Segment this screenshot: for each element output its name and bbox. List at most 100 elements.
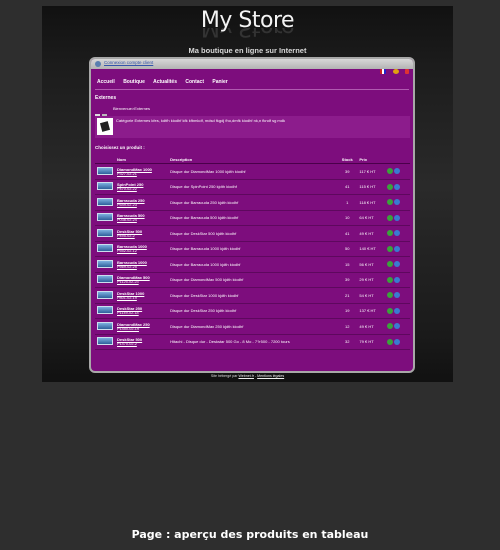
product-thumbnail[interactable] bbox=[95, 303, 115, 319]
product-description: Disque dur SpinPoint 250 kjdth kiodhf bbox=[168, 179, 338, 195]
product-name-cell[interactable]: DeskStar 1000 P801-02-19 bbox=[115, 287, 169, 304]
product-thumbnail[interactable] bbox=[95, 334, 115, 350]
product-code: P569-02-25 bbox=[117, 264, 137, 269]
product-thumbnail[interactable] bbox=[95, 241, 115, 257]
table-row[interactable]: DeskStar 250 P1149-02-18 Disque dur DeskSt… bbox=[95, 303, 410, 319]
product-thumbnail[interactable] bbox=[95, 179, 115, 195]
product-price: 49 € HT bbox=[357, 318, 386, 335]
product-name-cell[interactable]: SpinPoint 250 P470-02-22 bbox=[115, 179, 169, 195]
breadcrumb: Bienvenue>Externes bbox=[113, 106, 151, 111]
product-description: Disque dur DeskStar 500 kjdth kiodhf bbox=[168, 225, 338, 242]
table-row[interactable]: Barracuda 250 P549-02-23 Disque dur Barrac… bbox=[95, 194, 410, 211]
footer-link-legal[interactable]: Mentions légales bbox=[257, 374, 284, 378]
flag-icon[interactable] bbox=[405, 68, 409, 74]
product-name-cell[interactable]: Barracuda 500 P038-02-24 bbox=[115, 210, 169, 226]
table-row[interactable]: DiamondMax 1000 P327-02-21 Disque dur Diam… bbox=[95, 163, 410, 180]
footer-text: Site hébergé par bbox=[210, 374, 238, 378]
details-icon[interactable] bbox=[394, 230, 401, 237]
product-thumbnail[interactable] bbox=[95, 163, 115, 180]
table-row[interactable]: DeskStar 500 P495-02-2 Disque dur DeskStar… bbox=[95, 225, 410, 242]
product-thumbnail[interactable] bbox=[95, 256, 115, 273]
product-stock: 39 bbox=[337, 163, 358, 180]
product-price: 49 € HT bbox=[357, 225, 386, 242]
col-name[interactable]: Nom bbox=[115, 155, 169, 164]
product-thumbnail[interactable] bbox=[95, 318, 115, 335]
flag-icon[interactable] bbox=[380, 68, 387, 74]
details-icon[interactable] bbox=[394, 214, 401, 221]
add-to-cart-icon[interactable] bbox=[387, 168, 394, 175]
product-name-cell[interactable]: DeskStar 500 P495-02-2 bbox=[115, 225, 169, 242]
login-link[interactable]: Connexion compte client bbox=[104, 60, 153, 65]
add-to-cart-icon[interactable] bbox=[387, 245, 394, 252]
product-actions bbox=[385, 210, 410, 226]
product-code: P549-02-23 bbox=[117, 202, 137, 207]
add-to-cart-icon[interactable] bbox=[387, 307, 394, 314]
add-to-cart-icon[interactable] bbox=[387, 292, 394, 299]
product-thumbnail[interactable] bbox=[95, 210, 115, 226]
details-icon[interactable] bbox=[394, 261, 401, 268]
product-code: P1450-02-19 bbox=[117, 326, 139, 331]
table-row[interactable]: Barracuda 500 P038-02-24 Disque dur Barrac… bbox=[95, 210, 410, 226]
product-name-cell[interactable]: DeskStar 500 P1470-02-2 bbox=[115, 334, 169, 350]
add-to-cart-icon[interactable] bbox=[387, 276, 394, 283]
table-row[interactable]: Barracuda 1000 P569-02-25 Disque dur Barra… bbox=[95, 256, 410, 273]
product-name-cell[interactable]: DeskStar 250 P1149-02-18 bbox=[115, 303, 169, 319]
product-thumbnail[interactable] bbox=[95, 272, 115, 288]
details-icon[interactable] bbox=[394, 292, 401, 299]
nav-item-boutique[interactable]: Boutique bbox=[123, 79, 145, 85]
store-tagline: Ma boutique en ligne sur Internet bbox=[188, 46, 307, 55]
product-name-cell[interactable]: Barracuda 1000 P552-02-12 bbox=[115, 241, 169, 257]
nav-item-contact[interactable]: Contact bbox=[185, 79, 204, 85]
product-name-cell[interactable]: Barracuda 250 P549-02-23 bbox=[115, 194, 169, 211]
product-actions bbox=[385, 194, 410, 211]
product-stock: 12 bbox=[337, 318, 358, 335]
product-name-cell[interactable]: DiamondMax 500 P1125-02-23 bbox=[115, 272, 169, 288]
footer-link-host[interactable]: Webnet.fr bbox=[238, 374, 254, 378]
details-icon[interactable] bbox=[394, 338, 401, 345]
product-actions bbox=[385, 256, 410, 273]
nav-item-actualites[interactable]: Actualités bbox=[153, 79, 177, 85]
nav-divider bbox=[95, 89, 409, 90]
add-to-cart-icon[interactable] bbox=[387, 261, 394, 268]
product-actions bbox=[385, 272, 410, 288]
product-description: Disque dur Barracuda 250 kjdth kiodhf bbox=[168, 194, 338, 211]
product-name-cell[interactable]: Barracuda 1000 P569-02-25 bbox=[115, 256, 169, 273]
product-price: 118 € HT bbox=[357, 194, 386, 211]
details-icon[interactable] bbox=[394, 245, 401, 252]
add-to-cart-icon[interactable] bbox=[387, 199, 394, 206]
flag-icon[interactable] bbox=[392, 68, 399, 74]
table-row[interactable]: DeskStar 1000 P801-02-19 Disque dur DeskSt… bbox=[95, 287, 410, 304]
details-icon[interactable] bbox=[394, 183, 401, 190]
product-stock: 1 bbox=[337, 194, 358, 211]
nav-item-panier[interactable]: Panier bbox=[212, 79, 227, 85]
product-code: P801-02-19 bbox=[117, 295, 137, 300]
product-thumbnail[interactable] bbox=[95, 287, 115, 304]
table-row[interactable]: DeskStar 500 P1470-02-2 Hitachi - Disque d… bbox=[95, 334, 410, 350]
col-price: Prix bbox=[357, 155, 386, 164]
product-name-cell[interactable]: DiamondMax 250 P1450-02-19 bbox=[115, 318, 169, 335]
table-row[interactable]: Barracuda 1000 P552-02-12 Disque dur Barra… bbox=[95, 241, 410, 257]
product-actions bbox=[385, 241, 410, 257]
product-code: P495-02-2 bbox=[117, 233, 135, 238]
add-to-cart-icon[interactable] bbox=[387, 323, 394, 330]
product-thumbnail[interactable] bbox=[95, 194, 115, 211]
store-frame: Connexion compte client Accueil Boutique… bbox=[89, 57, 415, 373]
add-to-cart-icon[interactable] bbox=[387, 183, 394, 190]
details-icon[interactable] bbox=[394, 323, 401, 330]
product-actions bbox=[385, 287, 410, 304]
table-row[interactable]: SpinPoint 250 P470-02-22 Disque dur SpinPo… bbox=[95, 179, 410, 195]
add-to-cart-icon[interactable] bbox=[387, 230, 394, 237]
add-to-cart-icon[interactable] bbox=[387, 338, 394, 345]
details-icon[interactable] bbox=[394, 168, 401, 175]
table-row[interactable]: DiamondMax 500 P1125-02-23 Disque dur Diam… bbox=[95, 272, 410, 288]
product-price: 117 € HT bbox=[357, 163, 386, 180]
details-icon[interactable] bbox=[394, 307, 401, 314]
product-thumbnail[interactable] bbox=[95, 225, 115, 242]
add-to-cart-icon[interactable] bbox=[387, 214, 394, 221]
details-icon[interactable] bbox=[394, 199, 401, 206]
product-stock: 19 bbox=[337, 303, 358, 319]
table-row[interactable]: DiamondMax 250 P1450-02-19 Disque dur Diam… bbox=[95, 318, 410, 335]
nav-item-accueil[interactable]: Accueil bbox=[97, 79, 115, 85]
details-icon[interactable] bbox=[394, 276, 401, 283]
product-name-cell[interactable]: DiamondMax 1000 P327-02-21 bbox=[115, 163, 169, 180]
